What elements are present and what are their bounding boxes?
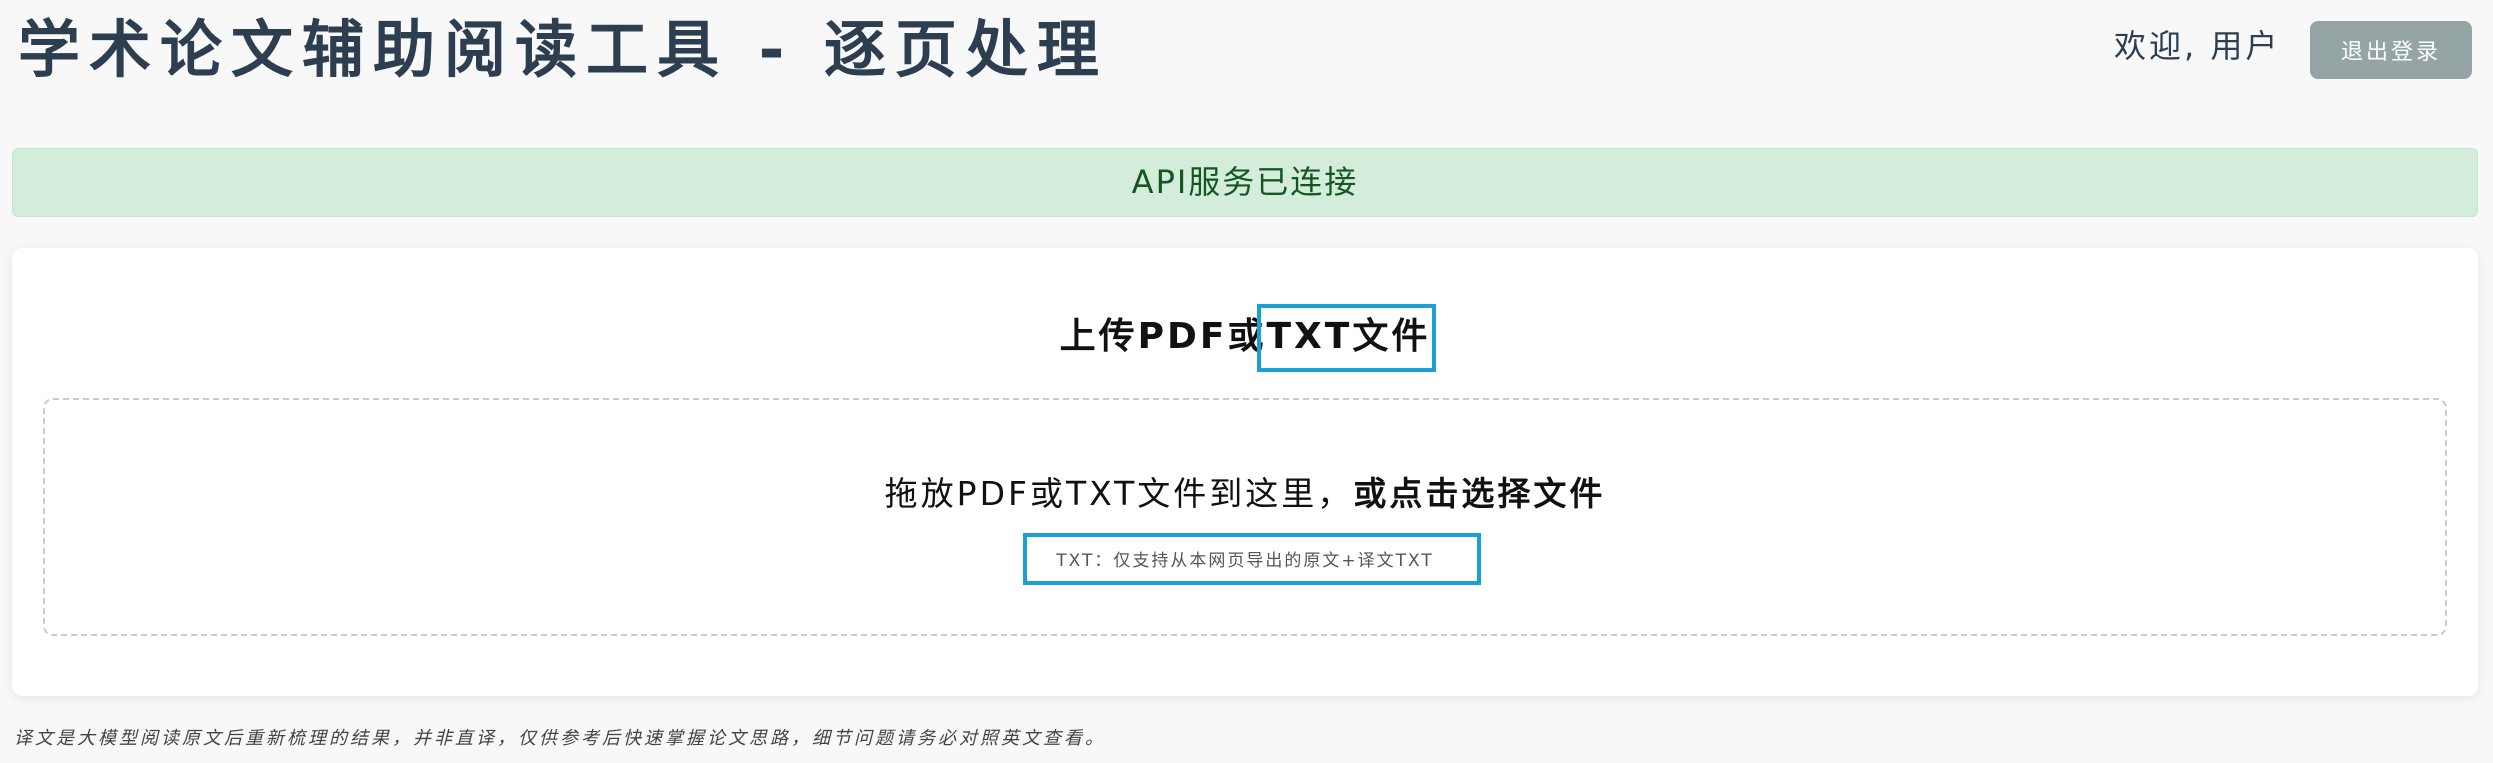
api-status-banner: API服务已连接 bbox=[12, 148, 2478, 217]
file-drop-zone[interactable]: 拖放PDF或TXT文件到这里，或点击选择文件 TXT：仅支持从本网页导出的原文+… bbox=[43, 398, 2447, 636]
page-title: 学术论文辅助阅读工具 - 逐页处理 bbox=[18, 13, 1108, 86]
choose-file-link[interactable]: 或点击选择文件 bbox=[1353, 474, 1605, 513]
upload-section: 上传PDF或TXT文件 拖放PDF或TXT文件到这里，或点击选择文件 TXT：仅… bbox=[12, 248, 2478, 696]
welcome-text: 欢迎, 用户 bbox=[2114, 27, 2281, 65]
drop-zone-text: 拖放PDF或TXT文件到这里，或点击选择文件 bbox=[45, 470, 2445, 518]
drop-zone-instruction: 拖放PDF或TXT文件到这里， bbox=[884, 474, 1354, 513]
app-header: 学术论文辅助阅读工具 - 逐页处理 欢迎, 用户 退出登录 bbox=[0, 0, 2493, 100]
translation-disclaimer: 译文是大模型阅读原文后重新梳理的结果，并非直译，仅供参考后快速掌握论文思路，细节… bbox=[14, 728, 1106, 749]
upload-title: 上传PDF或TXT文件 bbox=[1059, 316, 1431, 357]
logout-button[interactable]: 退出登录 bbox=[2310, 21, 2472, 79]
txt-format-hint: TXT：仅支持从本网页导出的原文+译文TXT bbox=[1056, 551, 1434, 571]
